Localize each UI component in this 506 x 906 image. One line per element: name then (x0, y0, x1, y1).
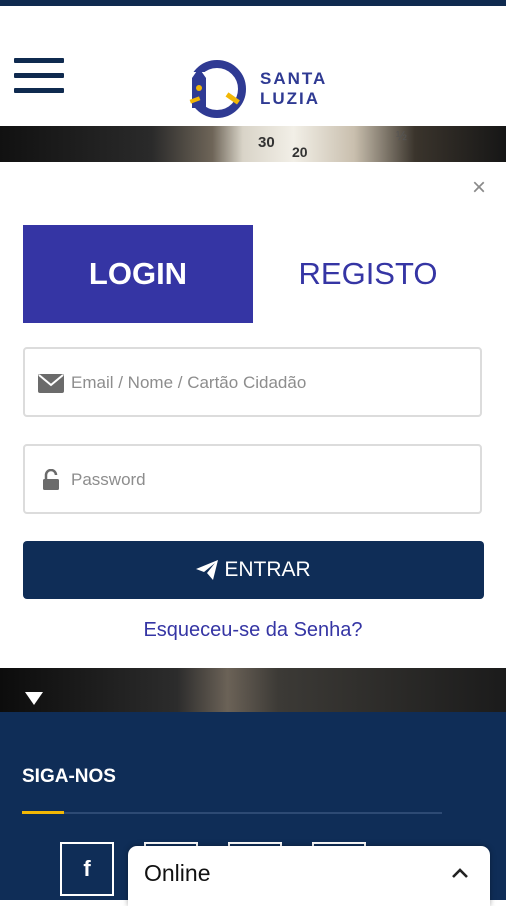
tab-register[interactable]: REGISTO (253, 225, 483, 323)
heading-divider (22, 811, 442, 814)
hero-image-bottom (0, 668, 506, 712)
envelope-icon (38, 371, 64, 395)
santa-luzia-logo-icon (188, 60, 246, 118)
follow-us-heading: SIGA-NOS (22, 766, 116, 787)
play-triangle-icon (25, 692, 43, 705)
site-logo[interactable]: SANTA LUZIA (186, 58, 327, 120)
password-input[interactable] (69, 446, 473, 514)
facebook-icon[interactable]: f (60, 842, 114, 896)
hero-dial-number: ½ (396, 128, 407, 143)
paper-plane-icon (196, 560, 219, 580)
logo-text-luzia: LUZIA (260, 89, 321, 108)
logo-text-santa: SANTA (260, 69, 328, 88)
close-icon[interactable]: × (472, 176, 486, 200)
submit-button[interactable]: ENTRAR (23, 541, 484, 599)
hamburger-menu-icon[interactable] (14, 58, 64, 98)
tab-login[interactable]: LOGIN (23, 225, 253, 323)
chat-widget[interactable]: Online (128, 846, 490, 906)
email-input[interactable] (69, 349, 473, 417)
login-modal: × LOGIN REGISTO ENTRAR Esqueceu-se da Se… (0, 162, 506, 668)
email-field[interactable] (23, 347, 482, 417)
forgot-password-link[interactable]: Esqueceu-se da Senha? (0, 619, 506, 642)
hero-image-top: 30 20 ½ (0, 126, 506, 162)
chevron-up-icon[interactable] (450, 864, 470, 884)
submit-button-label: ENTRAR (224, 558, 311, 581)
site-header: SANTA LUZIA (0, 6, 506, 126)
unlock-icon (38, 468, 64, 492)
hero-dial-number: 20 (292, 144, 308, 160)
hero-dial-number: 30 (258, 134, 275, 151)
password-field[interactable] (23, 444, 482, 514)
chat-status-label: Online (144, 860, 211, 886)
